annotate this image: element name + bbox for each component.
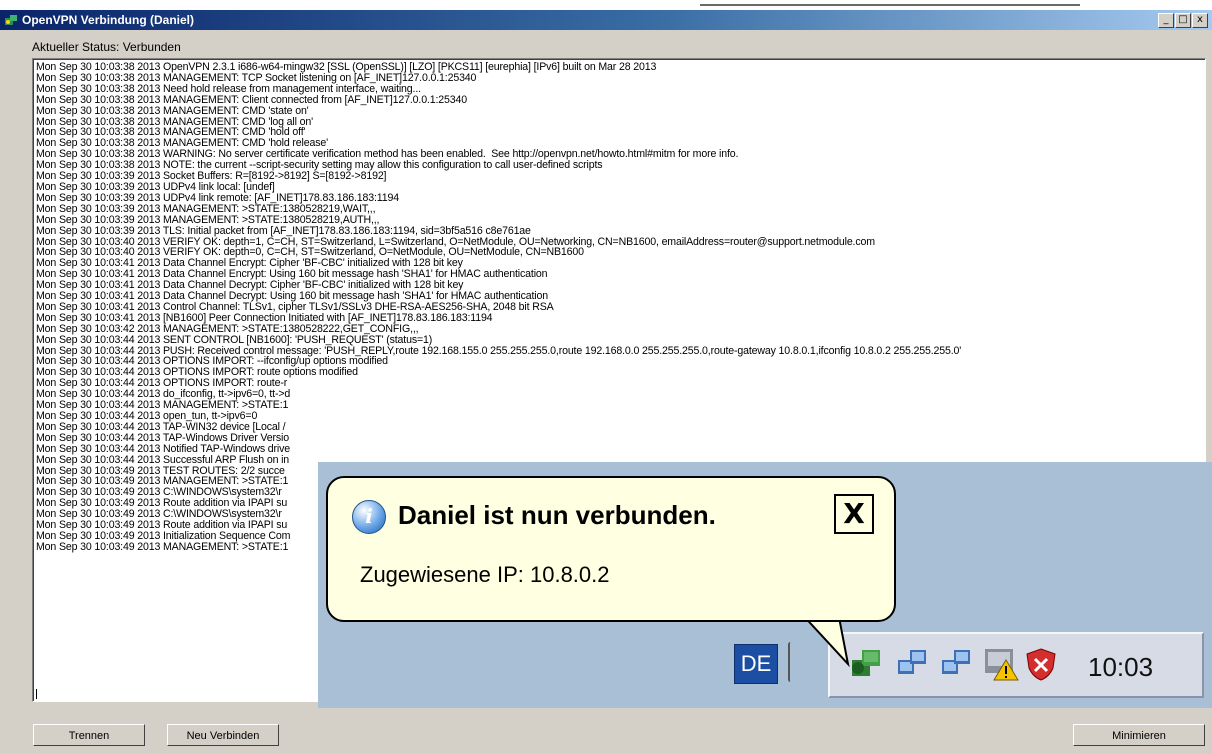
window-title: OpenVPN Verbindung (Daniel) [22,13,195,27]
reconnect-button[interactable]: Neu Verbinden [167,724,279,746]
log-line: Mon Sep 30 10:03:38 2013 MANAGEMENT: Cli… [36,93,467,106]
log-line: Mon Sep 30 10:03:44 2013 Notified TAP-Wi… [36,442,291,455]
top-strip [0,0,1212,10]
top-divider [700,4,1080,6]
info-icon: i [352,500,386,534]
title-bar[interactable]: OpenVPN Verbindung (Daniel) _ □ x [0,10,1212,30]
connection-status: Aktueller Status: Verbunden [32,40,181,54]
close-window-button[interactable]: x [1192,13,1208,28]
notification-balloon[interactable]: i Daniel ist nun verbunden. Zugewiesene … [326,476,896,622]
vmware-warning-tray-icon[interactable] [982,646,1020,682]
minimize-button[interactable]: Minimieren [1073,724,1205,746]
tray-separator [788,642,793,682]
text-caret [36,689,37,699]
notification-body: Zugewiesene IP: 10.8.0.2 [360,562,610,587]
log-line: Mon Sep 30 10:03:39 2013 MANAGEMENT: >ST… [36,213,380,226]
close-notification-button[interactable]: X [834,494,874,534]
openvpn-tray-icon[interactable] [848,646,886,682]
taskbar-clock[interactable]: 10:03 [1088,652,1153,683]
network-tray-icon-2[interactable] [938,646,976,682]
disconnect-button[interactable]: Trennen [33,724,145,746]
log-line: Mon Sep 30 10:03:44 2013 SENT CONTROL [N… [36,333,433,346]
security-shield-tray-icon[interactable] [1022,646,1060,682]
openvpn-icon [5,15,17,25]
caption-buttons: _ □ x [1158,13,1208,28]
log-line: Mon Sep 30 10:03:38 2013 MANAGEMENT: CMD… [36,104,309,117]
language-indicator[interactable]: DE [734,644,778,684]
minimize-window-button[interactable]: _ [1158,13,1174,28]
maximize-window-button[interactable]: □ [1175,13,1191,28]
log-line: Mon Sep 30 10:03:39 2013 TLS: Initial pa… [36,224,531,237]
network-tray-icon[interactable] [894,646,932,682]
notification-title: Daniel ist nun verbunden. [398,500,716,530]
